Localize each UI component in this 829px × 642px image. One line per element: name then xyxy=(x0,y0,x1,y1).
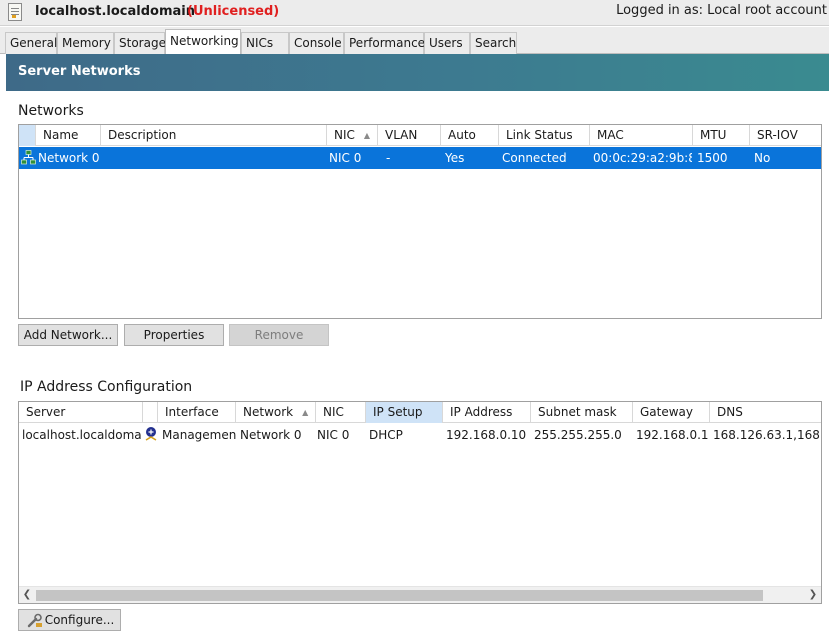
col-interface-label: Interface xyxy=(165,405,219,419)
ip-server: localhost.localdomain xyxy=(22,428,142,442)
col-network[interactable]: Network ▲ xyxy=(236,402,316,423)
ip-setup: DHCP xyxy=(369,428,403,442)
management-interface-icon xyxy=(143,426,159,442)
network-mtu: 1500 xyxy=(697,151,728,165)
banner-title: Server Networks xyxy=(18,64,141,79)
col-server-label: Server xyxy=(26,405,66,419)
col-auto-label: Auto xyxy=(448,128,476,142)
col-nic[interactable]: NIC ▲ xyxy=(327,125,378,146)
ip-nic: NIC 0 xyxy=(317,428,350,442)
network-row[interactable]: Network 0 NIC 0 - Yes Connected 00:0c:29… xyxy=(19,147,821,169)
col-dns[interactable]: DNS xyxy=(710,402,821,423)
network-link-status: Connected xyxy=(502,151,567,165)
row-header-column xyxy=(19,125,36,146)
properties-button[interactable]: Properties xyxy=(124,324,224,346)
col-vlan[interactable]: VLAN xyxy=(378,125,441,146)
scroll-right-icon[interactable]: ❯ xyxy=(806,588,820,602)
col-sriov[interactable]: SR-IOV xyxy=(750,125,821,146)
configure-button[interactable]: Configure... xyxy=(18,609,121,631)
ip-dns: 168.126.63.1,168.126.63.2 xyxy=(713,428,821,442)
col-ip-address-label: IP Address xyxy=(450,405,513,419)
tab-storage[interactable]: Storage xyxy=(114,32,166,54)
remove-button[interactable]: Remove xyxy=(229,324,329,346)
ip-network: Network 0 xyxy=(240,428,302,442)
tab-networking[interactable]: Networking xyxy=(165,29,241,55)
col-ip-nic-label: NIC xyxy=(323,405,344,419)
col-description-label: Description xyxy=(108,128,177,142)
col-subnet-mask[interactable]: Subnet mask xyxy=(531,402,633,423)
ip-config-table-header: Server Interface Network ▲ NIC IP Setup I… xyxy=(19,402,821,423)
network-sriov: No xyxy=(754,151,771,165)
col-ip-address[interactable]: IP Address xyxy=(443,402,531,423)
network-vlan: - xyxy=(386,151,391,165)
col-description[interactable]: Description xyxy=(101,125,327,146)
logged-in-status: Logged in as: Local root account xyxy=(616,3,827,18)
col-mtu[interactable]: MTU xyxy=(693,125,750,146)
col-vlan-label: VLAN xyxy=(385,128,418,142)
col-status-indicator[interactable] xyxy=(143,402,158,423)
scrollbar-thumb[interactable] xyxy=(36,590,763,601)
network-nic: NIC 0 xyxy=(329,151,362,165)
tab-search[interactable]: Search xyxy=(470,32,517,54)
ip-subnet-mask: 255.255.255.0 xyxy=(534,428,622,442)
col-nic-label: NIC xyxy=(334,128,355,142)
col-link-status[interactable]: Link Status xyxy=(499,125,590,146)
col-gateway[interactable]: Gateway xyxy=(633,402,710,423)
sort-ascending-icon: ▲ xyxy=(363,131,371,140)
ip-gateway: 192.168.0.1 xyxy=(636,428,709,442)
ip-address: 192.168.0.10 xyxy=(446,428,527,442)
tab-performance[interactable]: Performance xyxy=(344,32,425,54)
col-name-label: Name xyxy=(43,128,79,142)
col-network-label: Network xyxy=(243,405,294,419)
tab-memory[interactable]: Memory xyxy=(57,32,114,54)
col-gateway-label: Gateway xyxy=(640,405,694,419)
network-name: Network 0 xyxy=(38,151,100,165)
network-mac: 00:0c:29:a2:9b:8e xyxy=(593,151,692,165)
network-icon xyxy=(21,150,36,165)
networks-title: Networks xyxy=(18,103,84,119)
tab-strip: General Memory Storage Networking NICs C… xyxy=(0,27,829,55)
col-ip-setup[interactable]: IP Setup xyxy=(366,402,443,423)
tab-nics[interactable]: NICs xyxy=(241,32,289,54)
ip-config-table: Server Interface Network ▲ NIC IP Setup I… xyxy=(18,401,822,604)
networks-table-header: Name Description NIC ▲ VLAN Auto Link Sta… xyxy=(19,125,821,146)
network-description xyxy=(107,147,325,169)
ip-config-title: IP Address Configuration xyxy=(20,379,193,395)
col-mac-label: MAC xyxy=(597,128,624,142)
server-icon xyxy=(8,3,22,21)
tab-users[interactable]: Users xyxy=(424,32,470,54)
col-ip-setup-label: IP Setup xyxy=(373,405,423,419)
section-banner: Server Networks xyxy=(6,54,829,91)
tab-general[interactable]: General xyxy=(5,32,57,54)
col-link-status-label: Link Status xyxy=(506,128,573,142)
ip-config-row[interactable]: localhost.localdomain Management Network… xyxy=(19,424,821,446)
col-sriov-label: SR-IOV xyxy=(757,128,798,142)
col-auto[interactable]: Auto xyxy=(441,125,499,146)
tab-console[interactable]: Console xyxy=(289,32,344,54)
col-mtu-label: MTU xyxy=(700,128,727,142)
col-ip-nic[interactable]: NIC xyxy=(316,402,366,423)
col-server[interactable]: Server xyxy=(19,402,143,423)
configure-wrench-icon xyxy=(27,613,43,629)
host-name: localhost.localdomain xyxy=(35,4,195,19)
scroll-left-icon[interactable]: ❮ xyxy=(20,588,34,602)
col-dns-label: DNS xyxy=(717,405,743,419)
ip-interface: Management xyxy=(162,428,236,442)
col-name[interactable]: Name xyxy=(36,125,101,146)
network-auto: Yes xyxy=(445,151,465,165)
license-status: (Unlicensed) xyxy=(187,4,280,19)
horizontal-scrollbar[interactable]: ❮ ❯ xyxy=(19,586,821,603)
networks-table: Name Description NIC ▲ VLAN Auto Link Sta… xyxy=(18,124,822,319)
col-interface[interactable]: Interface xyxy=(158,402,236,423)
sort-ascending-icon: ▲ xyxy=(302,408,309,417)
add-network-button[interactable]: Add Network... xyxy=(18,324,118,346)
col-mac[interactable]: MAC xyxy=(590,125,693,146)
configure-button-label: Configure... xyxy=(44,613,115,627)
col-subnet-mask-label: Subnet mask xyxy=(538,405,617,419)
title-bar: localhost.localdomain (Unlicensed) Logge… xyxy=(0,0,829,26)
